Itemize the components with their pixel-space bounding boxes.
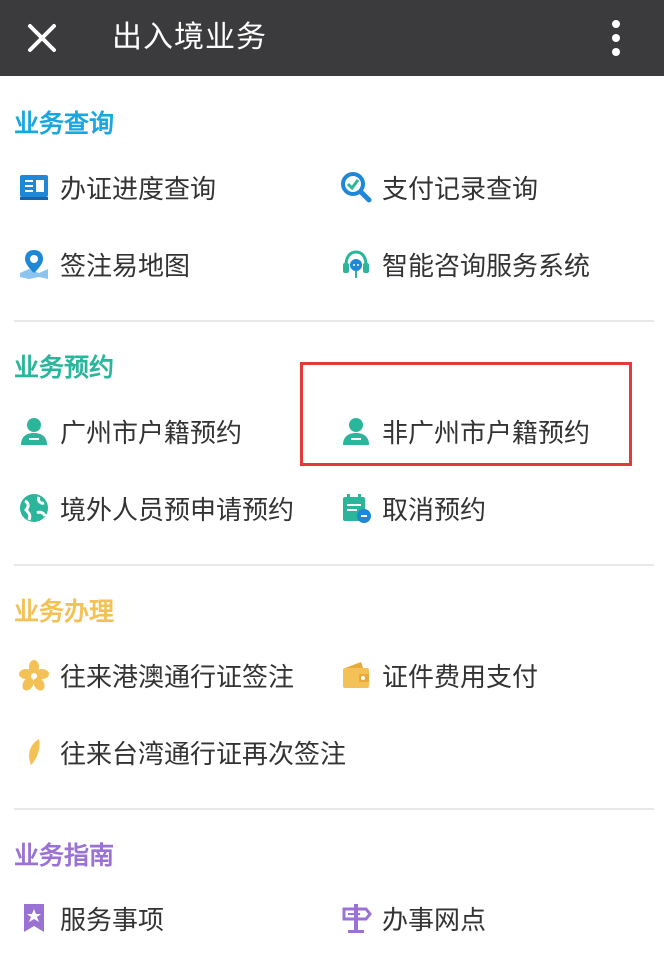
map-pin-icon	[16, 246, 52, 282]
section-divider	[14, 564, 654, 566]
wallet-icon	[338, 657, 374, 693]
section-title-guide: 业务指南	[14, 841, 115, 870]
highlight-box	[300, 362, 632, 466]
menu-item-document-fee-payment[interactable]: 证件费用支付	[338, 651, 538, 699]
menu-item-label: 签注易地图	[60, 251, 191, 282]
globe-icon	[16, 490, 52, 526]
headset-icon	[338, 246, 374, 282]
id-card-icon	[16, 169, 52, 205]
more-vertical-icon	[612, 20, 620, 56]
page-title: 出入境业务	[112, 20, 267, 55]
more-button[interactable]	[594, 12, 638, 64]
menu-item-label: 取消预约	[382, 495, 487, 526]
menu-item-label: 证件费用支付	[382, 662, 539, 693]
menu-item-hk-macau-endorsement[interactable]: 往来港澳通行证签注	[16, 651, 294, 699]
close-icon	[28, 24, 56, 52]
section-divider	[14, 808, 654, 810]
signpost-icon	[338, 900, 374, 936]
menu-item-label: 境外人员预申请预约	[60, 495, 295, 526]
menu-item-service-outlets[interactable]: 办事网点	[338, 894, 486, 942]
menu-item-payment-query[interactable]: 支付记录查询	[338, 163, 538, 211]
close-button[interactable]	[18, 14, 66, 62]
menu-item-label: 服务事项	[60, 905, 165, 936]
menu-item-gz-resident-booking[interactable]: 广州市户籍预约	[16, 407, 242, 455]
menu-item-smart-consult[interactable]: 智能咨询服务系统	[338, 240, 590, 288]
menu-item-visa-map[interactable]: 签注易地图	[16, 240, 190, 288]
person-icon	[16, 413, 52, 449]
menu-item-taiwan-re-endorsement[interactable]: 往来台湾通行证再次签注	[16, 728, 346, 776]
menu-item-progress-query[interactable]: 办证进度查询	[16, 163, 216, 211]
bookmark-star-icon	[16, 900, 52, 936]
menu-item-label: 广州市户籍预约	[60, 418, 243, 449]
magnifier-check-icon	[338, 169, 374, 205]
section-title-query: 业务查询	[14, 109, 115, 138]
calendar-cancel-icon	[338, 490, 374, 526]
flower-icon	[16, 657, 52, 693]
menu-item-label: 办证进度查询	[60, 174, 217, 205]
menu-item-cancel-booking[interactable]: 取消预约	[338, 484, 486, 532]
section-divider	[14, 320, 654, 322]
menu-item-service-items[interactable]: 服务事项	[16, 894, 164, 942]
menu-item-label: 往来港澳通行证签注	[60, 662, 295, 693]
section-title-appointment: 业务预约	[14, 353, 115, 382]
menu-item-foreigner-pre-apply[interactable]: 境外人员预申请预约	[16, 484, 294, 532]
menu-item-label: 智能咨询服务系统	[382, 251, 591, 282]
section-title-handling: 业务办理	[14, 597, 115, 626]
menu-item-label: 往来台湾通行证再次签注	[60, 739, 347, 770]
menu-item-label: 办事网点	[382, 905, 487, 936]
leaf-icon	[16, 734, 52, 770]
menu-item-label: 支付记录查询	[382, 174, 539, 205]
top-bar: 出入境业务	[0, 0, 664, 76]
